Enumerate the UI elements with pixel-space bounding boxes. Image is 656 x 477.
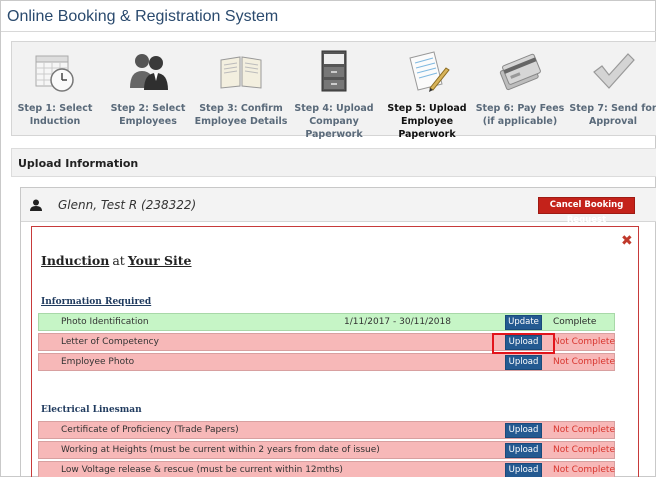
- induction-title: Induction at Your Site: [41, 253, 192, 268]
- upload-button[interactable]: Upload: [505, 463, 542, 477]
- status-text: Not Complete: [553, 337, 616, 347]
- upload-information-header: Upload Information: [11, 148, 656, 177]
- upload-button[interactable]: Upload: [505, 335, 542, 350]
- step-label: Step 5: Upload Employee Paperwork: [387, 103, 467, 140]
- induction-panel: ✖ Induction at Your Site Information Requi…: [31, 226, 639, 477]
- status-text: Not Complete: [553, 465, 616, 475]
- document-name: Certificate of Proficiency (Trade Papers…: [61, 425, 239, 435]
- section-title: Upload Information: [18, 157, 139, 170]
- step-label: Step 6: Pay Fees (if applicable): [475, 103, 565, 127]
- table-row: Letter of Competency Upload Not Complete: [38, 333, 615, 351]
- document-name: Employee Photo: [61, 357, 135, 367]
- step-select-employees[interactable]: Step 2: Select Employees: [105, 42, 191, 135]
- step-upload-employee-paperwork[interactable]: Step 5: Upload Employee Paperwork: [384, 42, 470, 140]
- step-label: Step 4: Upload Company Paperwork: [294, 103, 374, 140]
- app-title: Online Booking & Registration System: [7, 8, 279, 25]
- step-label: Step 7: Send for Approval: [569, 103, 656, 127]
- employee-header: Glenn, Test R (238322) Cancel Booking Re…: [21, 188, 656, 225]
- app-window: Online Booking & Registration System Ste…: [0, 0, 656, 477]
- close-icon[interactable]: ✖: [621, 232, 633, 249]
- step-pay-fees[interactable]: Step 6: Pay Fees (if applicable): [476, 42, 564, 135]
- step-confirm-employee-details[interactable]: Step 3: Confirm Employee Details: [195, 42, 287, 135]
- document-name: Letter of Competency: [61, 337, 159, 347]
- table-row: Employee Photo Upload Not Complete: [38, 353, 615, 371]
- people-icon: [130, 54, 168, 90]
- step-select-induction[interactable]: Step 1: Select Induction: [12, 42, 98, 135]
- update-button[interactable]: Update: [505, 315, 542, 330]
- document-name: Photo Identification: [61, 317, 149, 327]
- employee-name: Glenn, Test R (238322): [58, 198, 197, 212]
- table-row: Certificate of Proficiency (Trade Papers…: [38, 421, 615, 439]
- document-name: Working at Heights (must be current with…: [61, 445, 380, 455]
- document-name: Low Voltage release & rescue (must be cu…: [61, 465, 343, 475]
- step-send-for-approval[interactable]: Step 7: Send for Approval: [569, 42, 656, 135]
- wizard-steps: Step 1: Select Induction Step 2: Select Em…: [11, 41, 656, 140]
- site-link[interactable]: Your Site: [128, 253, 192, 268]
- upload-button[interactable]: Upload: [505, 423, 542, 438]
- user-icon: [30, 199, 42, 211]
- upload-button[interactable]: Upload: [505, 443, 542, 458]
- table-row: Photo Identification 1/11/2017 - 30/11/2…: [38, 313, 615, 331]
- step-label: Step 1: Select Induction: [17, 103, 93, 127]
- section-information-required: Information Required: [41, 297, 152, 307]
- title-divider: [1, 31, 656, 32]
- step-label: Step 3: Confirm Employee Details: [194, 103, 288, 127]
- cancel-booking-button[interactable]: Cancel Booking Request: [538, 197, 635, 225]
- table-row: Working at Heights (must be current with…: [38, 441, 615, 459]
- checkmark-icon: [593, 53, 635, 89]
- filing-cabinet-icon: [321, 50, 347, 92]
- section-electrical-linesman: Electrical Linesman: [41, 405, 142, 415]
- step-upload-company-paperwork[interactable]: Step 4: Upload Company Paperwork: [291, 42, 377, 140]
- calendar-clock-icon: [35, 55, 74, 92]
- credit-card-icon: [499, 53, 541, 91]
- open-book-icon: [220, 56, 262, 89]
- upload-button[interactable]: Upload: [505, 355, 542, 370]
- induction-link[interactable]: Induction: [41, 253, 109, 268]
- status-text: Complete: [553, 317, 597, 327]
- status-text: Not Complete: [553, 445, 616, 455]
- document-dates: 1/11/2017 - 30/11/2018: [344, 317, 451, 327]
- status-text: Not Complete: [553, 425, 616, 435]
- table-row: Low Voltage release & rescue (must be cu…: [38, 461, 615, 477]
- document-pen-icon: [409, 51, 450, 92]
- step-label: Step 2: Select Employees: [110, 103, 186, 127]
- status-text: Not Complete: [553, 357, 616, 367]
- at-text: at: [112, 253, 125, 268]
